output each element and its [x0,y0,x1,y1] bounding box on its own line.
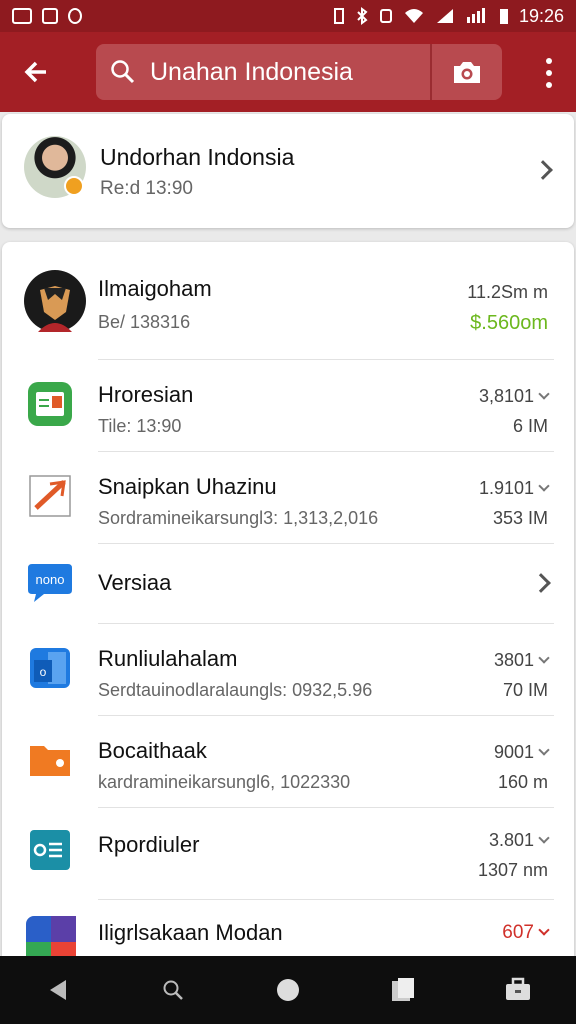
list-item-subtitle: Be/ 138316 [98,312,191,332]
list-item[interactable]: Snaipkan Uhazinu Sordramineikarsungl3: 1… [2,452,574,544]
chevron-down-icon [538,480,550,492]
notification-icon [12,8,32,24]
list-item-title: Rpordiuler [98,832,200,857]
list-item-value: 1.9101 [479,478,550,499]
list-item-value: 9001 [494,742,550,763]
wifi-icon [404,9,423,23]
battery-icon [499,9,508,24]
app-list: Ilmaigoham Be/ 138316 11.2Sm m $.560om H… [2,242,574,962]
search-input[interactable]: Unahan Indonesia [150,58,430,87]
app-bar: Unahan Indonesia [0,32,576,112]
list-item-title: Snaipkan Uhazinu [98,474,277,499]
list-item-title: Iligrlsakaan Modan [98,920,283,945]
list-item-value: 11.2Sm m [467,282,548,302]
notification-icons [12,8,82,24]
list-item-size: 70 IM [502,680,548,700]
vibrate-icon [333,8,344,24]
search-bar[interactable]: Unahan Indonesia [96,44,502,100]
list-item-value: 3,8101 [479,386,550,407]
search-icon [96,59,150,85]
blue-chat-icon: nono [24,560,84,620]
list-item-size: 6 IM [512,416,548,436]
profile-card[interactable]: Undorhan Indonsia Re:d 13:90 [2,114,574,228]
list-item-value: 3801 [494,650,550,671]
chevron-down-icon [538,744,550,756]
download-icon [68,8,82,24]
person-avatar-icon [24,270,86,332]
blue-doc-icon: o [24,642,84,702]
chevron-right-icon [533,160,553,180]
list-item-title: Hroresian [98,382,194,407]
multicolor-app-icon [24,914,84,962]
nav-search-button[interactable] [143,960,203,1020]
list-item-subtitle: Tile: 13:90 [98,416,182,436]
list-item-subtitle: Sordramineikarsungl3: 1,313,2,016 [98,508,379,528]
briefcase-icon [506,977,531,1000]
chevron-down-icon [538,388,550,400]
home-circle-icon [276,979,299,1001]
list-item-title: Ilmaigoham [98,276,212,301]
system-icons: 19:26 [333,6,564,27]
profile-subtitle: Re:d 13:90 [100,178,193,199]
list-item[interactable]: Bocaithaak kardramineikarsungl6, 1022330… [2,716,574,808]
list-item-size: 1307 nm [477,860,548,880]
chevron-right-icon [531,573,551,593]
chevron-down-icon [538,652,550,664]
signal-icon [436,9,453,23]
green-app-icon [24,378,84,438]
back-triangle-icon [49,980,66,1000]
list-item[interactable]: nono Versiaa [2,544,574,624]
nav-back-button[interactable] [28,960,88,1020]
list-item-value: 3.801 [489,830,550,851]
list-item-size: 160 m [497,772,548,792]
camera-button[interactable] [432,44,502,100]
profile-title: Undorhan Indonsia [100,144,295,170]
status-bar: 19:26 [0,0,576,32]
list-item-title: Bocaithaak [98,738,207,763]
nav-briefcase-button[interactable] [488,960,548,1020]
chevron-down-icon [538,832,550,844]
camera-icon [454,62,480,83]
list-item-subtitle: Serdtauinodlaralaungls: 0932,5.96 [98,680,373,700]
list-item[interactable]: Rpordiuler 3.801 1307 nm [2,808,574,900]
list-item-subtitle: kardramineikarsungl6, 1022330 [98,772,351,792]
list-item-title: Versiaa [98,570,172,595]
back-button[interactable] [0,32,72,112]
list-item[interactable]: Iligrlsakaan Modan 607 [2,900,574,962]
avatar [24,136,86,198]
svg-text:o: o [40,665,47,679]
list-item-title: Runliulahalam [98,646,238,671]
nav-home-button[interactable] [258,960,318,1020]
search-icon [163,980,183,1000]
edit-doc-icon [24,470,84,530]
list-item-price: $.560om [470,312,548,334]
recents-square-icon [392,978,415,1001]
list-item[interactable]: Ilmaigoham Be/ 138316 11.2Sm m $.560om [2,242,574,360]
orange-folder-icon [24,734,84,794]
signal-bars-icon [466,8,485,23]
arrow-left-icon [24,61,46,83]
list-item[interactable]: o Runliulahalam Serdtauinodlaralaungls: … [2,624,574,716]
nfc-icon [379,9,392,23]
teal-list-icon [24,824,84,884]
list-item-value: 607 [502,922,550,944]
chevron-down-icon [538,924,550,936]
bluetooth-icon [357,7,368,25]
more-vert-icon[interactable] [544,58,554,88]
navigation-bar [0,956,576,1024]
message-icon [42,8,58,24]
list-item[interactable]: Hroresian Tile: 13:90 3,8101 6 IM [2,360,574,452]
nav-recents-button[interactable] [373,960,433,1020]
svg-text:nono: nono [36,572,65,587]
list-item-size: 353 IM [492,508,548,528]
clock: 19:26 [518,5,564,26]
